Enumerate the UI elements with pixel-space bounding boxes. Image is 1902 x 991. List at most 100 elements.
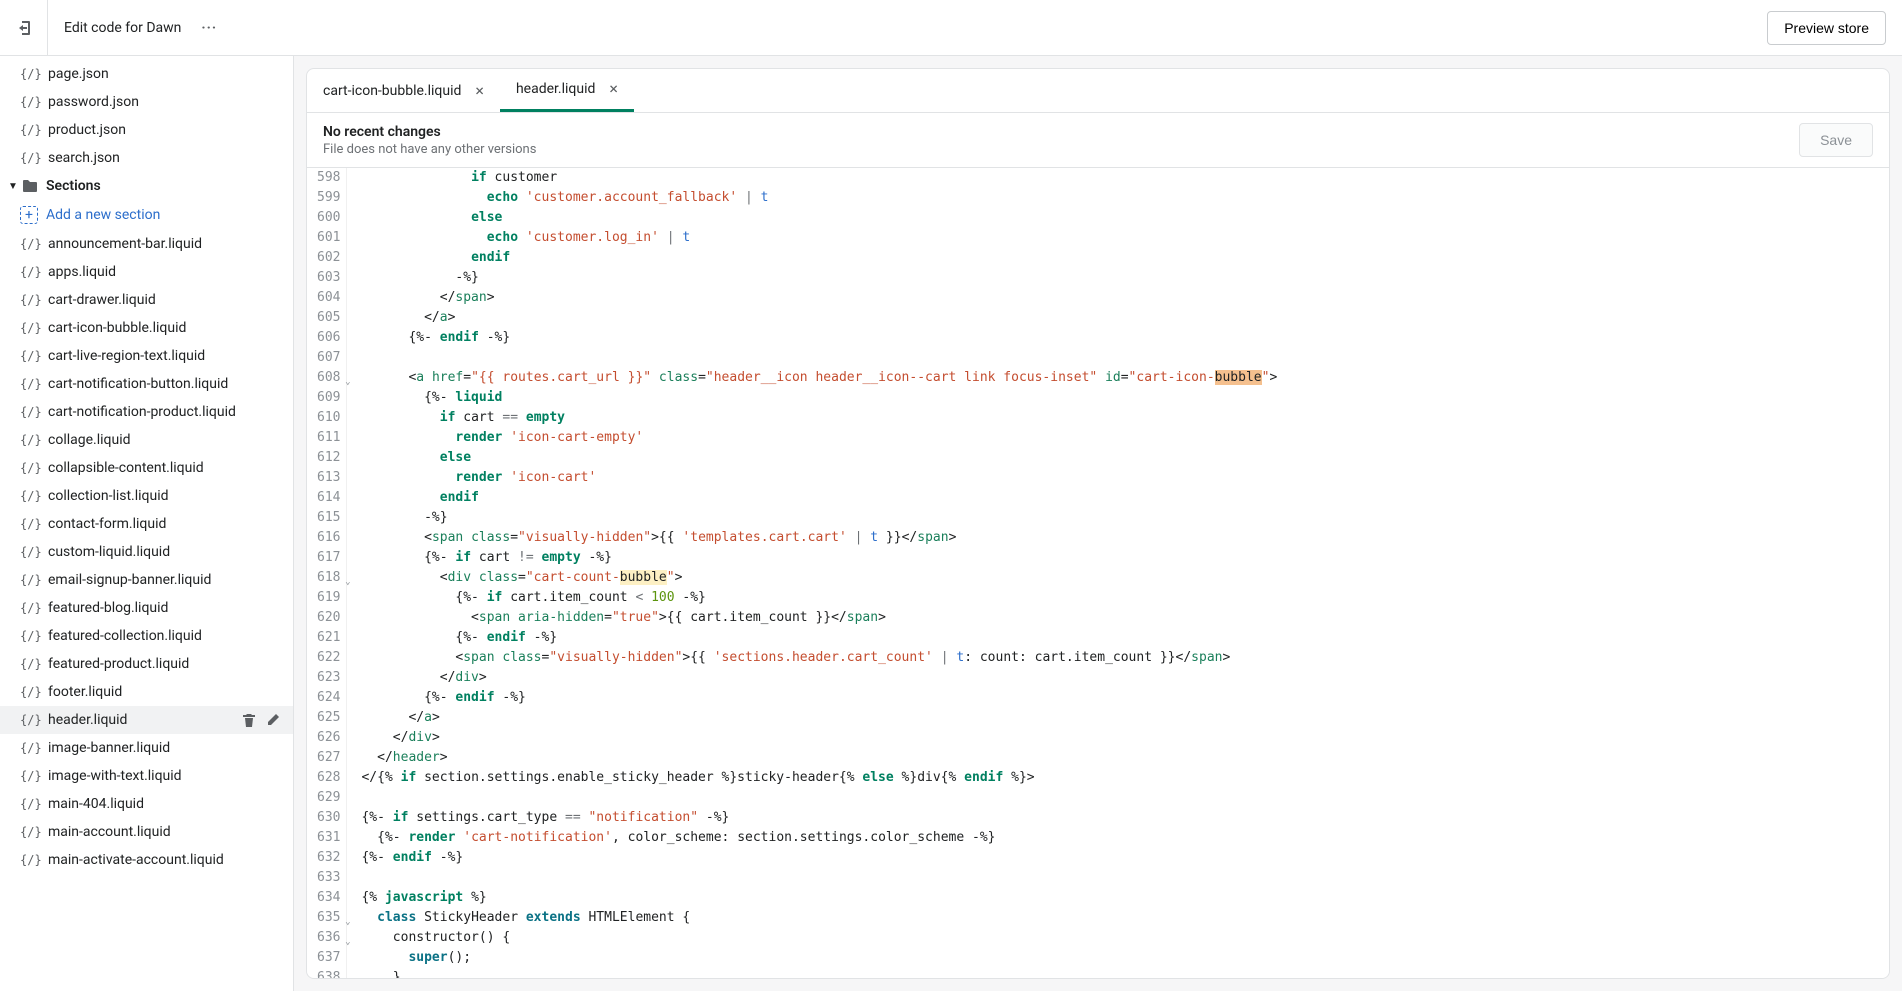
file-item[interactable]: {/}contact-form.liquid (0, 510, 293, 538)
file-item[interactable]: {/}main-account.liquid (0, 818, 293, 846)
file-item[interactable]: {/}cart-icon-bubble.liquid (0, 314, 293, 342)
code-line[interactable]: } (361, 968, 1889, 979)
more-menu-button[interactable]: ··· (197, 16, 221, 40)
fold-marker-icon[interactable]: ⌄ (345, 572, 350, 592)
code-line[interactable]: class StickyHeader extends HTMLElement { (361, 908, 1889, 928)
file-item[interactable]: {/}cart-drawer.liquid (0, 286, 293, 314)
fold-marker-icon[interactable]: ⌄ (345, 372, 350, 392)
file-item[interactable]: {/}search.json (0, 144, 293, 172)
code-content[interactable]: if customer echo 'customer.account_fallb… (347, 168, 1889, 978)
file-explorer-sidebar[interactable]: {/}page.json{/}password.json{/}product.j… (0, 56, 294, 991)
file-item[interactable]: {/}image-banner.liquid (0, 734, 293, 762)
file-item[interactable]: {/}header.liquid (0, 706, 293, 734)
code-line[interactable]: echo 'customer.log_in' | t (361, 228, 1889, 248)
file-name: collection-list.liquid (48, 488, 169, 504)
file-item[interactable]: {/}footer.liquid (0, 678, 293, 706)
code-line[interactable] (361, 788, 1889, 808)
code-line[interactable]: {%- endif -%} (361, 628, 1889, 648)
code-line[interactable]: constructor() { (361, 928, 1889, 948)
code-editor[interactable]: 598599600601602603604605606607608⌄609610… (306, 168, 1890, 979)
code-line[interactable]: {%- endif -%} (361, 688, 1889, 708)
code-line[interactable]: {%- if cart.item_count < 100 -%} (361, 588, 1889, 608)
code-line[interactable]: endif (361, 248, 1889, 268)
fold-marker-icon[interactable]: ⌄ (345, 912, 350, 932)
file-item[interactable]: {/}featured-product.liquid (0, 650, 293, 678)
code-line[interactable]: if customer (361, 168, 1889, 188)
code-line[interactable]: {%- endif -%} (361, 328, 1889, 348)
line-number: 624 (317, 688, 340, 708)
file-item[interactable]: {/}cart-notification-product.liquid (0, 398, 293, 426)
preview-store-button[interactable]: Preview store (1767, 11, 1886, 45)
code-line[interactable]: <a href="{{ routes.cart_url }}" class="h… (361, 368, 1889, 388)
line-number: 607 (317, 348, 340, 368)
code-line[interactable]: if cart == empty (361, 408, 1889, 428)
code-line[interactable]: </a> (361, 708, 1889, 728)
code-line[interactable]: endif (361, 488, 1889, 508)
code-line[interactable]: {%- if settings.cart_type == "notificati… (361, 808, 1889, 828)
close-icon[interactable]: × (609, 81, 618, 97)
code-line[interactable]: </{% if section.settings.enable_sticky_h… (361, 768, 1889, 788)
code-line[interactable]: <div class="cart-count-bubble"> (361, 568, 1889, 588)
edit-icon[interactable] (265, 712, 281, 728)
code-line[interactable] (361, 348, 1889, 368)
code-line[interactable]: render 'icon-cart-empty' (361, 428, 1889, 448)
file-item[interactable]: {/}apps.liquid (0, 258, 293, 286)
file-item[interactable]: {/}page.json (0, 60, 293, 88)
file-item[interactable]: {/}collection-list.liquid (0, 482, 293, 510)
code-line[interactable]: </div> (361, 668, 1889, 688)
file-item[interactable]: {/}product.json (0, 116, 293, 144)
code-line[interactable]: </span> (361, 288, 1889, 308)
code-line[interactable]: else (361, 448, 1889, 468)
trash-icon[interactable] (241, 712, 257, 728)
file-name: page.json (48, 66, 109, 82)
code-line[interactable]: {%- endif -%} (361, 848, 1889, 868)
file-item[interactable]: {/}collage.liquid (0, 426, 293, 454)
add-section-button[interactable]: +Add a new section (0, 200, 293, 230)
code-line[interactable]: super(); (361, 948, 1889, 968)
file-item[interactable]: {/}custom-liquid.liquid (0, 538, 293, 566)
file-item[interactable]: {/}cart-notification-button.liquid (0, 370, 293, 398)
editor-tab[interactable]: cart-icon-bubble.liquid× (307, 69, 500, 112)
file-icon: {/} (20, 629, 40, 643)
file-icon: {/} (20, 741, 40, 755)
file-item[interactable]: {/}announcement-bar.liquid (0, 230, 293, 258)
file-item[interactable]: {/}password.json (0, 88, 293, 116)
code-line[interactable]: {% javascript %} (361, 888, 1889, 908)
file-item[interactable]: {/}email-signup-banner.liquid (0, 566, 293, 594)
code-line[interactable]: </header> (361, 748, 1889, 768)
code-line[interactable]: <span aria-hidden="true">{{ cart.item_co… (361, 608, 1889, 628)
code-line[interactable]: </div> (361, 728, 1889, 748)
line-number: 630 (317, 808, 340, 828)
line-number: 619 (317, 588, 340, 608)
line-number: 634 (317, 888, 340, 908)
code-line[interactable]: render 'icon-cart' (361, 468, 1889, 488)
code-line[interactable]: <span class="visually-hidden">{{ 'templa… (361, 528, 1889, 548)
code-line[interactable]: -%} (361, 268, 1889, 288)
file-item[interactable]: {/}collapsible-content.liquid (0, 454, 293, 482)
code-line[interactable]: {%- liquid (361, 388, 1889, 408)
code-line[interactable]: echo 'customer.account_fallback' | t (361, 188, 1889, 208)
fold-marker-icon[interactable]: ⌄ (345, 932, 350, 952)
folder-sections[interactable]: ▼Sections (0, 172, 293, 200)
file-item[interactable]: {/}main-activate-account.liquid (0, 846, 293, 874)
file-item[interactable]: {/}image-with-text.liquid (0, 762, 293, 790)
code-line[interactable]: else (361, 208, 1889, 228)
close-icon[interactable]: × (475, 83, 484, 99)
code-line[interactable] (361, 868, 1889, 888)
code-line[interactable]: <span class="visually-hidden">{{ 'sectio… (361, 648, 1889, 668)
back-button[interactable] (0, 0, 48, 56)
file-item[interactable]: {/}main-404.liquid (0, 790, 293, 818)
file-icon: {/} (20, 349, 40, 363)
code-line[interactable]: {%- render 'cart-notification', color_sc… (361, 828, 1889, 848)
code-line[interactable]: </a> (361, 308, 1889, 328)
file-name: cart-live-region-text.liquid (48, 348, 205, 364)
code-line[interactable]: {%- if cart != empty -%} (361, 548, 1889, 568)
code-line[interactable]: -%} (361, 508, 1889, 528)
file-item[interactable]: {/} cart-live-region-text.liquid (0, 342, 293, 370)
file-item[interactable]: {/}featured-collection.liquid (0, 622, 293, 650)
file-item[interactable]: {/}featured-blog.liquid (0, 594, 293, 622)
line-number: 615 (317, 508, 340, 528)
file-name: main-404.liquid (48, 796, 144, 812)
save-button[interactable]: Save (1799, 123, 1873, 157)
editor-tab[interactable]: header.liquid× (500, 69, 634, 112)
